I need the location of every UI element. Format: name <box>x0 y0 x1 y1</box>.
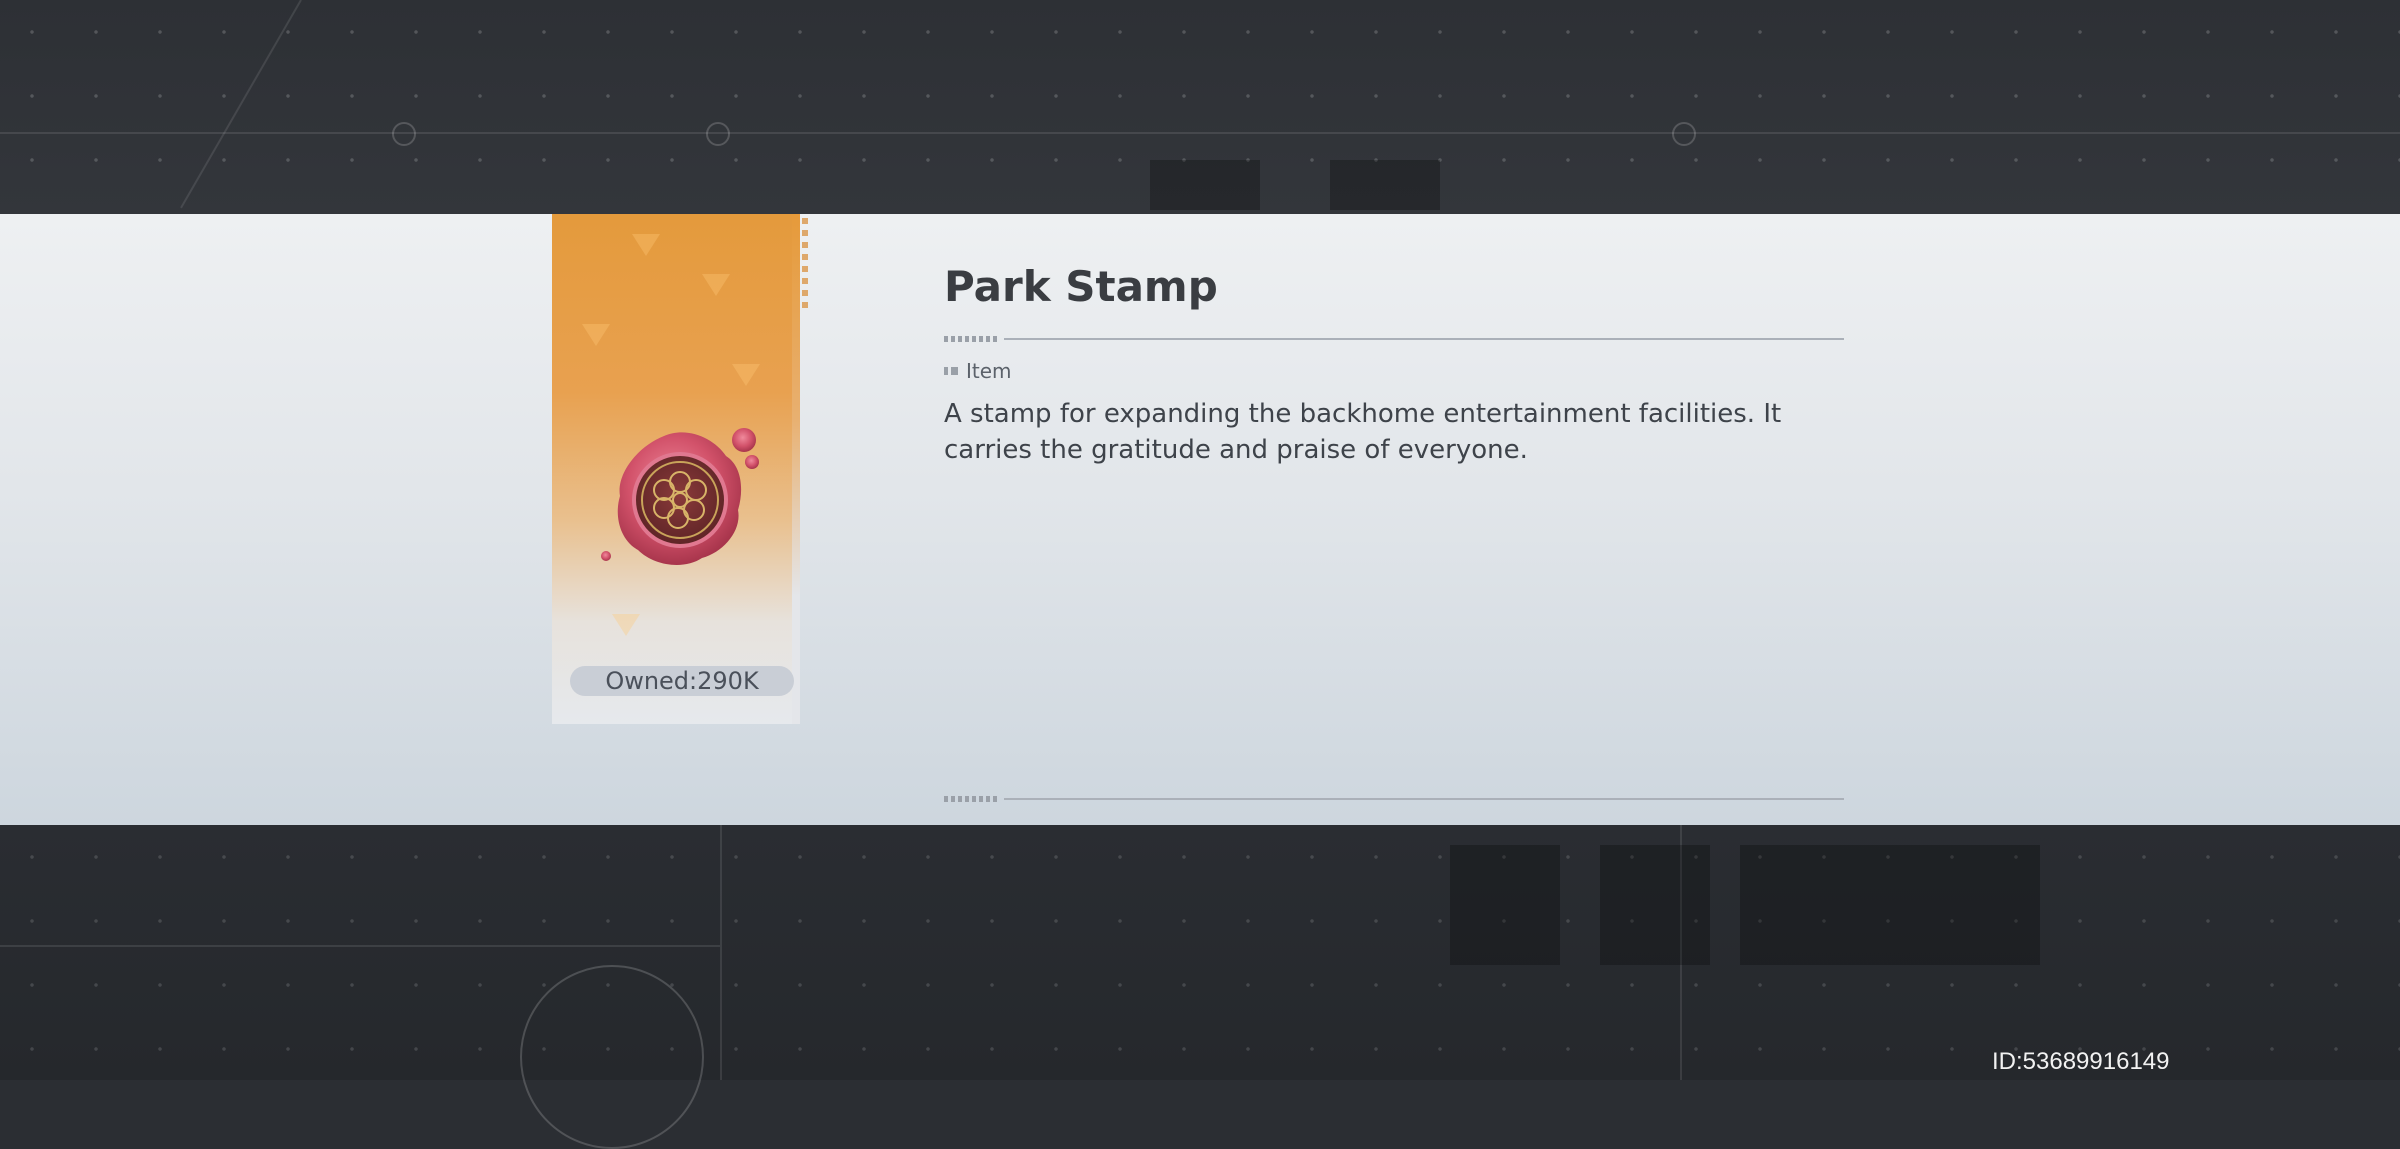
deco-horizontal-line <box>0 945 720 947</box>
deco-block <box>1600 845 1710 965</box>
card-pattern-triangle <box>582 324 610 346</box>
card-pattern-triangle <box>632 234 660 256</box>
card-pattern-triangle <box>612 614 640 636</box>
divider-dots <box>944 796 1000 802</box>
deco-block <box>1150 160 1260 210</box>
item-type-tag: Item <box>944 358 1012 384</box>
item-description: A stamp for expanding the backhome enter… <box>944 399 1782 465</box>
deco-target-circle <box>520 965 704 1149</box>
user-id-label: ID:53689916149 <box>1992 1048 2170 1075</box>
divider-bottom <box>944 793 1844 805</box>
deco-horizontal-line <box>0 132 2400 134</box>
deco-vertical-line <box>720 825 722 1080</box>
deco-target-circle <box>392 122 416 146</box>
card-side-strip <box>792 214 800 724</box>
card-pattern-triangle <box>732 364 760 386</box>
wax-seal-stamp-icon <box>592 418 772 588</box>
card-side-ticks <box>802 218 808 308</box>
deco-block <box>1450 845 1560 965</box>
divider-top <box>944 333 1844 345</box>
divider-line <box>1004 798 1844 800</box>
item-type-label: Item <box>966 359 1012 383</box>
divider-dots <box>944 336 1000 342</box>
deco-target-circle <box>706 122 730 146</box>
deco-block <box>1740 845 2040 965</box>
item-title: Park Stamp <box>944 262 1218 311</box>
owned-count-badge: Owned:290K <box>570 666 794 696</box>
divider-line <box>1004 338 1844 340</box>
deco-diagonal-line <box>180 0 302 209</box>
type-marker-icon <box>944 367 958 375</box>
background-bottom <box>0 825 2400 1149</box>
deco-target-circle <box>1672 122 1696 146</box>
deco-block <box>1330 160 1440 210</box>
background-top <box>0 0 2400 214</box>
card-pattern-triangle <box>702 274 730 296</box>
